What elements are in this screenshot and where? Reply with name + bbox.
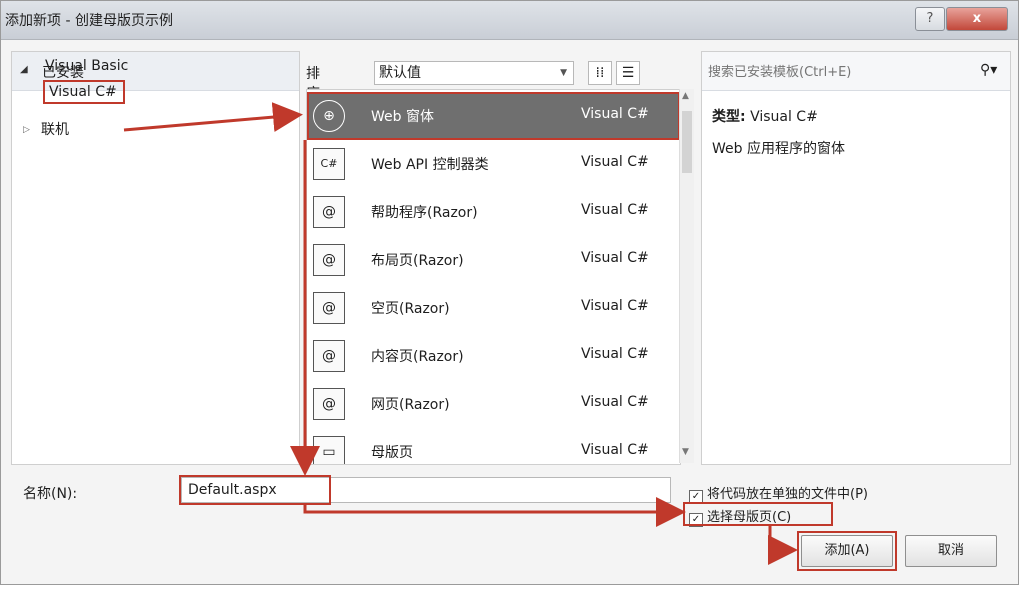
annotation-arrows [123, 102, 798, 565]
arrow-to-web-form [123, 102, 303, 133]
arrow-to-checkbox [303, 497, 686, 527]
arrow-to-add-button [768, 525, 798, 565]
